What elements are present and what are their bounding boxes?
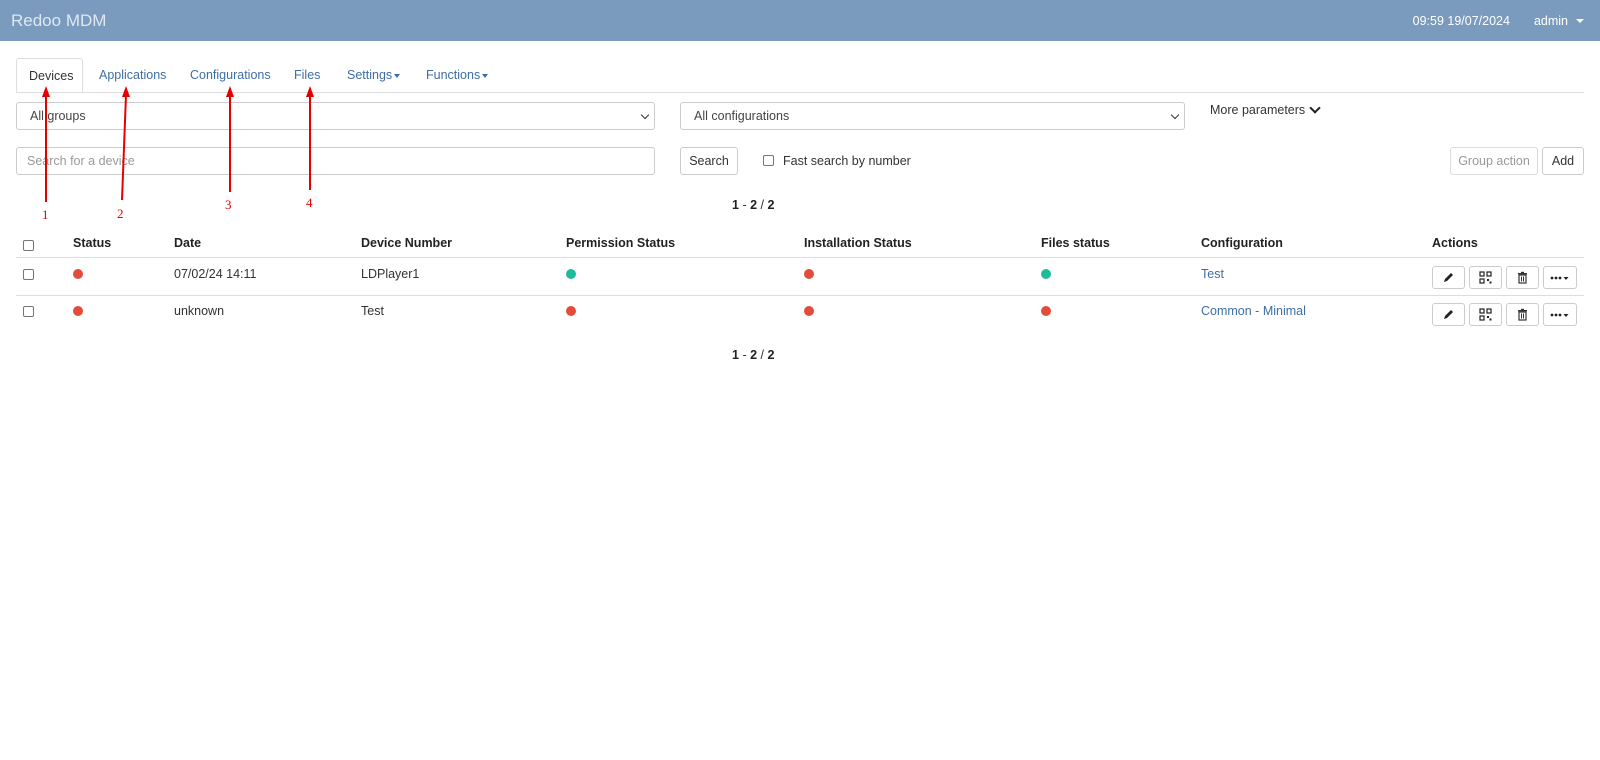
user-name[interactable]: admin [1534,14,1568,28]
caret-down-icon[interactable] [394,73,401,78]
configuration-select-value[interactable]: All configurations [694,109,789,123]
select-all-checkbox[interactable] [23,240,34,251]
fast-search-checkbox[interactable] [763,155,774,166]
page-to: 2 [750,348,758,362]
more-dots-icon[interactable] [1550,275,1570,281]
page-total: 2 [767,198,775,212]
more-parameters-label[interactable]: More parameters [1210,103,1305,117]
group-action-button[interactable]: Group action [1450,147,1538,175]
top-navbar: Redoo MDM 09:59 19/07/2024 admin [0,0,1600,41]
pagination-top: 1 - 2 / 2 [732,198,774,212]
user-menu[interactable]: admin [1534,14,1584,28]
more-actions-button[interactable] [1543,266,1577,289]
tab-applications[interactable]: Applications [99,58,166,92]
permission-status-dot [566,269,576,279]
tab-devices-label[interactable]: Devices [29,69,73,83]
configuration-select[interactable]: All configurations [680,102,1185,130]
header-status[interactable]: Status [73,236,111,250]
pencil-icon[interactable] [1442,308,1455,321]
add-button[interactable]: Add [1542,147,1584,175]
annotation-number-1: 1 [42,207,49,222]
chevron-down-icon[interactable] [1170,110,1180,120]
edit-button[interactable] [1432,266,1465,289]
trash-icon[interactable] [1516,271,1529,284]
status-dot [73,306,83,316]
row-device-number: LDPlayer1 [361,267,420,281]
header-files-status[interactable]: Files status [1041,236,1110,250]
status-dot [73,269,83,279]
row-checkbox[interactable] [23,306,34,317]
row-date: 07/02/24 14:11 [174,267,257,281]
page-dash: - [742,348,747,362]
caret-down-icon[interactable] [1576,18,1584,23]
row-checkbox[interactable] [23,269,34,280]
group-select-value[interactable]: All groups [30,109,86,123]
tab-configurations[interactable]: Configurations [190,58,271,92]
more-parameters-toggle[interactable]: More parameters [1210,102,1321,117]
annotation-number-4: 4 [306,195,313,210]
qr-code-icon[interactable] [1479,271,1492,284]
page-total: 2 [767,348,775,362]
page-to: 2 [750,198,758,212]
qr-code-button[interactable] [1469,266,1502,289]
tab-files-label[interactable]: Files [294,68,320,82]
pagination-bottom: 1 - 2 / 2 [732,348,774,362]
qr-code-button[interactable] [1469,303,1502,326]
files-status-dot [1041,306,1051,316]
search-input[interactable] [16,147,655,175]
row-configuration-link[interactable]: Common - Minimal [1201,304,1306,318]
tab-settings-label[interactable]: Settings [347,68,392,82]
header-actions: Actions [1432,236,1478,250]
trash-icon[interactable] [1516,308,1529,321]
installation-status-dot [804,269,814,279]
annotation-number-2: 2 [117,206,124,221]
header-permission-status[interactable]: Permission Status [566,236,675,250]
header-configuration[interactable]: Configuration [1201,236,1283,250]
table-header-divider [16,257,1584,258]
tab-files[interactable]: Files [294,58,320,92]
caret-down-icon[interactable] [482,73,489,78]
group-select[interactable]: All groups [16,102,655,130]
page-slash: / [760,348,765,362]
row-divider [16,295,1584,296]
qr-code-icon[interactable] [1479,308,1492,321]
installation-status-dot [804,306,814,316]
current-datetime: 09:59 19/07/2024 [1412,13,1510,28]
navbar-right: 09:59 19/07/2024 admin [1413,0,1600,41]
header-installation-status[interactable]: Installation Status [804,236,912,250]
page-dash: - [742,198,747,212]
tab-functions-label[interactable]: Functions [426,68,480,82]
row-configuration-link[interactable]: Test [1201,267,1224,281]
more-actions-button[interactable] [1543,303,1577,326]
annotation-number-3: 3 [225,197,232,212]
chevron-down-icon[interactable] [1309,102,1321,114]
page-from: 1 [732,348,739,362]
files-status-dot [1041,269,1051,279]
delete-button[interactable] [1506,303,1539,326]
row-device-number: Test [361,304,384,318]
page-from: 1 [732,198,739,212]
edit-button[interactable] [1432,303,1465,326]
more-dots-icon[interactable] [1550,312,1570,318]
main-tabs: Devices Applications Configurations File… [16,58,1584,93]
tab-configurations-label[interactable]: Configurations [190,68,271,82]
permission-status-dot [566,306,576,316]
header-device-number[interactable]: Device Number [361,236,452,250]
chevron-down-icon[interactable] [640,110,650,120]
brand-logo[interactable]: Redoo MDM [11,11,106,31]
page-slash: / [760,198,765,212]
tab-functions[interactable]: Functions [426,58,489,92]
tab-devices[interactable]: Devices [16,58,83,92]
header-date[interactable]: Date [174,236,201,250]
tab-applications-label[interactable]: Applications [99,68,166,82]
search-button[interactable]: Search [680,147,738,175]
tab-settings[interactable]: Settings [347,58,401,92]
fast-search-label: Fast search by number [783,154,911,168]
row-date: unknown [174,304,225,318]
delete-button[interactable] [1506,266,1539,289]
pencil-icon[interactable] [1442,271,1455,284]
